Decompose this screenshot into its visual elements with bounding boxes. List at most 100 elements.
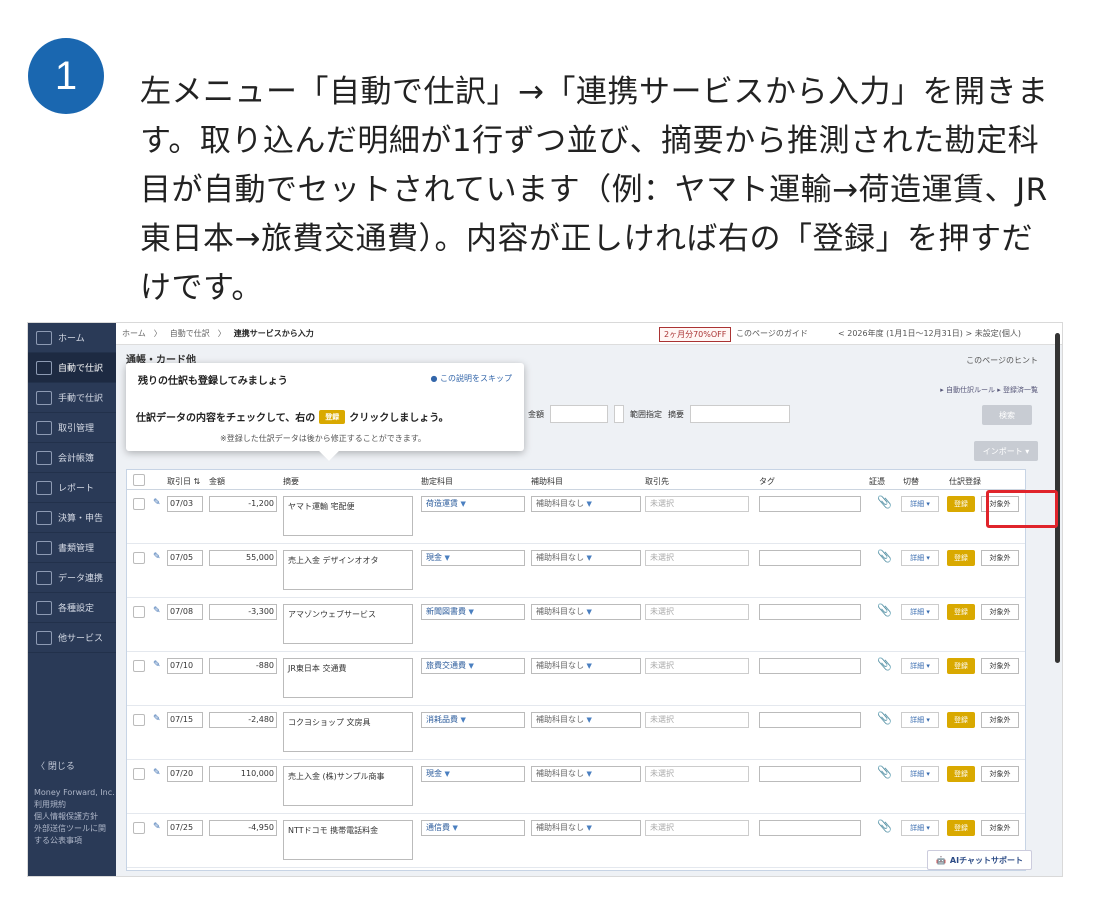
edit-icon[interactable]: ✎ — [153, 660, 161, 670]
sidebar-item-auto-journal[interactable]: 自動で仕訳 — [28, 353, 116, 383]
row-checkbox[interactable] — [133, 552, 145, 564]
footer-privacy-link[interactable]: 個人情報保護方針 — [34, 811, 115, 823]
paperclip-icon[interactable]: 📎 — [877, 819, 892, 833]
date-input[interactable]: 07/25 — [167, 820, 203, 836]
detail-toggle[interactable]: 詳細 ▾ — [901, 658, 939, 674]
register-button[interactable]: 登録 — [947, 550, 975, 566]
description-textarea[interactable]: 売上入金 デザインオオタ — [283, 550, 413, 590]
sub-account-select[interactable]: 補助科目なし ▼ — [531, 604, 641, 620]
detail-toggle[interactable]: 詳細 ▾ — [901, 712, 939, 728]
sub-account-select[interactable]: 補助科目なし ▼ — [531, 820, 641, 836]
register-button[interactable]: 登録 — [947, 766, 975, 782]
breadcrumb-home[interactable]: ホーム — [122, 328, 146, 339]
row-checkbox[interactable] — [133, 498, 145, 510]
exclude-button[interactable]: 対象外 — [981, 820, 1019, 836]
partner-select[interactable]: 未選択 — [645, 658, 749, 674]
page-hint-link[interactable]: このページのヒント — [966, 355, 1038, 366]
amount-input[interactable]: 110,000 — [209, 766, 277, 782]
sidebar-item-manual-journal[interactable]: 手動で仕訳 — [28, 383, 116, 413]
description-textarea[interactable]: ヤマト運輸 宅配便 — [283, 496, 413, 536]
row-checkbox[interactable] — [133, 660, 145, 672]
account-select[interactable]: 通信費 ▼ — [421, 820, 525, 836]
paperclip-icon[interactable]: 📎 — [877, 711, 892, 725]
sub-account-select[interactable]: 補助科目なし ▼ — [531, 766, 641, 782]
exclude-button[interactable]: 対象外 — [981, 658, 1019, 674]
sidebar-item-settings[interactable]: 各種設定 — [28, 593, 116, 623]
breadcrumb-auto-journal[interactable]: 自動で仕訳 — [170, 328, 210, 339]
row-checkbox[interactable] — [133, 768, 145, 780]
partner-select[interactable]: 未選択 — [645, 820, 749, 836]
detail-toggle[interactable]: 詳細 ▾ — [901, 820, 939, 836]
amount-input[interactable]: -2,480 — [209, 712, 277, 728]
edit-icon[interactable]: ✎ — [153, 822, 161, 832]
page-guide-link[interactable]: このページのガイド — [736, 328, 808, 339]
description-textarea[interactable]: 売上入金 (株)サンプル商事 — [283, 766, 413, 806]
footer-external-tools-link-cont[interactable]: する公表事項 — [34, 835, 115, 847]
description-textarea[interactable]: JR東日本 交通費 — [283, 658, 413, 698]
tag-input[interactable] — [759, 658, 861, 674]
sub-account-select[interactable]: 補助科目なし ▼ — [531, 496, 641, 512]
sidebar-item-tax[interactable]: 決算・申告 — [28, 503, 116, 533]
filter-range-checkbox[interactable] — [614, 405, 624, 423]
import-button[interactable]: インポート ▾ — [974, 441, 1038, 461]
exclude-button[interactable]: 対象外 — [981, 604, 1019, 620]
exclude-button[interactable]: 対象外 — [981, 712, 1019, 728]
sub-account-select[interactable]: 補助科目なし ▼ — [531, 550, 641, 566]
partner-select[interactable]: 未選択 — [645, 496, 749, 512]
register-button[interactable]: 登録 — [947, 658, 975, 674]
description-textarea[interactable]: コクヨショップ 文房具 — [283, 712, 413, 752]
select-all-checkbox[interactable] — [133, 474, 145, 486]
skip-guide-link[interactable]: ● この説明をスキップ — [430, 373, 512, 384]
account-select[interactable]: 旅費交通費 ▼ — [421, 658, 525, 674]
paperclip-icon[interactable]: 📎 — [877, 765, 892, 779]
ai-chat-support-button[interactable]: 🤖 AIチャットサポート — [926, 850, 1032, 870]
row-checkbox[interactable] — [133, 606, 145, 618]
description-textarea[interactable]: NTTドコモ 携帯電話料金 — [283, 820, 413, 860]
amount-input[interactable]: 55,000 — [209, 550, 277, 566]
tag-input[interactable] — [759, 604, 861, 620]
account-select[interactable]: 荷造運賃 ▼ — [421, 496, 525, 512]
date-input[interactable]: 07/08 — [167, 604, 203, 620]
sub-account-select[interactable]: 補助科目なし ▼ — [531, 712, 641, 728]
date-input[interactable]: 07/05 — [167, 550, 203, 566]
footer-external-tools-link[interactable]: 外部送信ツールに関 — [34, 823, 115, 835]
register-button[interactable]: 登録 — [947, 604, 975, 620]
sidebar-close-button[interactable]: 〈 閉じる — [36, 759, 75, 772]
sidebar-item-data-link[interactable]: データ連携 — [28, 563, 116, 593]
partner-select[interactable]: 未選択 — [645, 712, 749, 728]
amount-input[interactable]: -4,950 — [209, 820, 277, 836]
sidebar-item-documents[interactable]: 書類管理 — [28, 533, 116, 563]
search-button[interactable]: 検索 — [982, 405, 1032, 425]
register-button[interactable]: 登録 — [947, 496, 975, 512]
paperclip-icon[interactable]: 📎 — [877, 495, 892, 509]
account-select[interactable]: 現金 ▼ — [421, 766, 525, 782]
description-textarea[interactable]: アマゾンウェブサービス — [283, 604, 413, 644]
sidebar-item-report[interactable]: レポート — [28, 473, 116, 503]
amount-input[interactable]: -3,300 — [209, 604, 277, 620]
filter-amount-input[interactable] — [550, 405, 608, 423]
tag-input[interactable] — [759, 820, 861, 836]
edit-icon[interactable]: ✎ — [153, 768, 161, 778]
register-button[interactable]: 登録 — [947, 712, 975, 728]
exclude-button[interactable]: 対象外 — [981, 550, 1019, 566]
sidebar-item-other-services[interactable]: 他サービス — [28, 623, 116, 653]
amount-input[interactable]: -1,200 — [209, 496, 277, 512]
sidebar-item-transactions[interactable]: 取引管理 — [28, 413, 116, 443]
account-select[interactable]: 新聞図書費 ▼ — [421, 604, 525, 620]
sub-account-select[interactable]: 補助科目なし ▼ — [531, 658, 641, 674]
amount-input[interactable]: -880 — [209, 658, 277, 674]
paperclip-icon[interactable]: 📎 — [877, 657, 892, 671]
date-input[interactable]: 07/03 — [167, 496, 203, 512]
paperclip-icon[interactable]: 📎 — [877, 549, 892, 563]
date-input[interactable]: 07/20 — [167, 766, 203, 782]
footer-terms-link[interactable]: 利用規約 — [34, 799, 115, 811]
partner-select[interactable]: 未選択 — [645, 766, 749, 782]
tag-input[interactable] — [759, 550, 861, 566]
partner-select[interactable]: 未選択 — [645, 550, 749, 566]
auto-rule-links[interactable]: ▸ 自動仕訳ルール ▸ 登録済一覧 — [940, 385, 1038, 395]
tag-input[interactable] — [759, 496, 861, 512]
row-checkbox[interactable] — [133, 714, 145, 726]
row-checkbox[interactable] — [133, 822, 145, 834]
date-input[interactable]: 07/15 — [167, 712, 203, 728]
sidebar-item-ledger[interactable]: 会計帳簿 — [28, 443, 116, 473]
